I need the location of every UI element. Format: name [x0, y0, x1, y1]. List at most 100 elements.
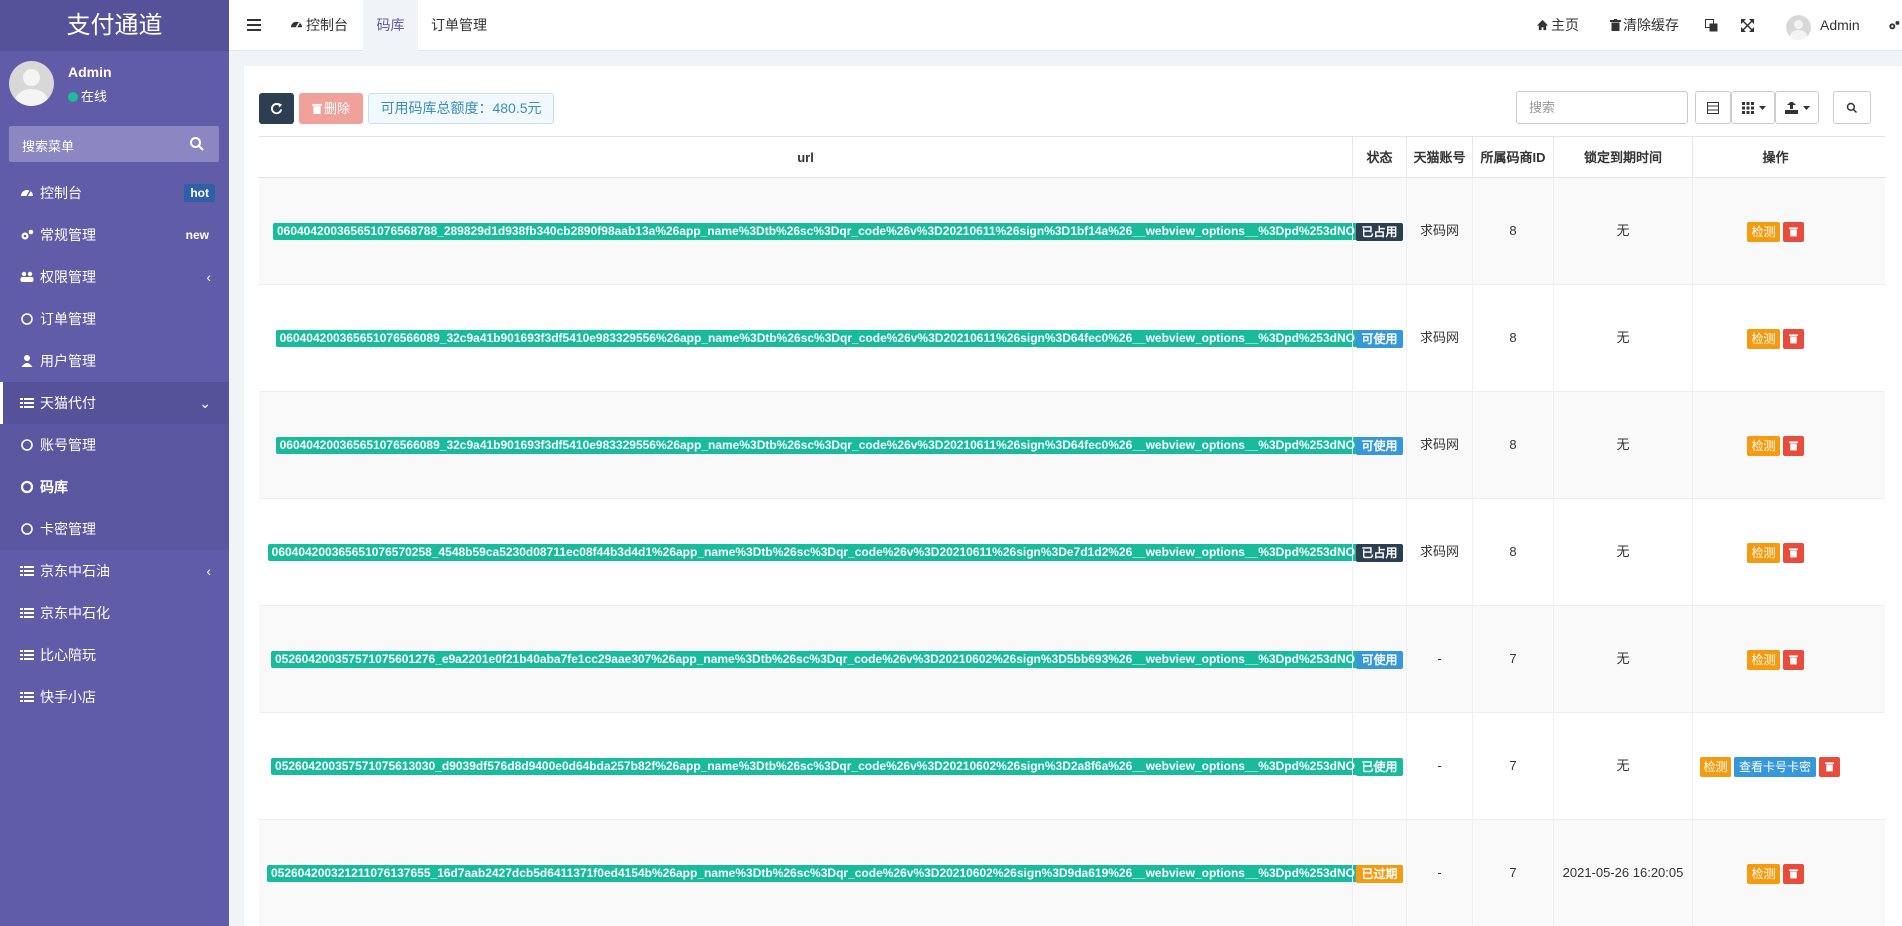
sidebar-item-label: 常规管理	[40, 227, 96, 243]
header-status[interactable]: 状态	[1352, 137, 1406, 178]
top-navbar: 控制台 码库 订单管理 主页 清除缓存 Admin	[229, 0, 1902, 51]
columns-button[interactable]	[1731, 91, 1775, 124]
header-merchant-id[interactable]: 所属码商ID	[1472, 137, 1553, 178]
check-button[interactable]: 检测	[1747, 543, 1780, 563]
sidebar-item-accounts[interactable]: 账号管理	[0, 424, 229, 466]
sidebar-item-bixin[interactable]: 比心陪玩	[0, 634, 229, 676]
url-label[interactable]: 052604200357571075613030_d9039df576d8d94…	[271, 758, 1359, 775]
trash-icon	[1825, 762, 1834, 772]
tab-dashboard[interactable]: 控制台	[290, 0, 348, 51]
clear-cache-button[interactable]: 清除缓存	[1610, 0, 1679, 51]
url-cell: 052604200357571075601276_e9a2201e0f21b40…	[259, 651, 1359, 668]
sidebar-item-users[interactable]: 用户管理	[0, 340, 229, 382]
toggle-view-button[interactable]	[1695, 91, 1731, 124]
refresh-icon	[271, 102, 283, 115]
header-url[interactable]: url	[259, 137, 1352, 178]
fullscreen-icon[interactable]	[1741, 19, 1754, 32]
sidebar-search-placeholder: 搜索菜单	[22, 139, 75, 154]
sidebar-item-label: 卡密管理	[40, 521, 96, 537]
table-row[interactable]: 060404200365651076570258_4548b59ca5230d0…	[259, 499, 1885, 606]
sidebar-item-general[interactable]: 常规管理 new	[0, 214, 229, 256]
table-row[interactable]: 060404200365651076566089_32c9a41b901693f…	[259, 285, 1885, 392]
sidebar-item-codebase[interactable]: 码库	[0, 466, 229, 508]
row-delete-button[interactable]	[1783, 650, 1804, 670]
account-cell: -	[1406, 820, 1472, 926]
status-badge: 可使用	[1356, 650, 1403, 669]
row-delete-button[interactable]	[1783, 864, 1804, 884]
translate-icon[interactable]	[1705, 19, 1718, 32]
url-label[interactable]: 060404200365651076566089_32c9a41b901693f…	[275, 330, 1359, 347]
url-label[interactable]: 052604200321211076137655_16d7aab2427dcb5…	[266, 865, 1359, 882]
refresh-button[interactable]	[259, 93, 294, 124]
table-row[interactable]: 052604200357571075613030_d9039df576d8d94…	[259, 713, 1885, 820]
table-header: url 状态 天猫账号 所属码商ID 锁定到期时间 操作	[259, 136, 1885, 178]
table-row[interactable]: 052604200321211076137655_16d7aab2427dcb5…	[259, 820, 1885, 926]
url-label[interactable]: 060404200365651076568788_289829d1d938fb3…	[272, 223, 1359, 240]
url-label[interactable]: 060404200365651076570258_4548b59ca5230d0…	[267, 544, 1359, 561]
menu-toggle-icon[interactable]	[245, 16, 263, 34]
export-button[interactable]	[1775, 91, 1819, 124]
header-lock-time[interactable]: 锁定到期时间	[1553, 137, 1692, 178]
row-actions: 检测	[1747, 543, 1807, 563]
view-card-button[interactable]: 查看卡号卡密	[1734, 757, 1816, 777]
tab-codebase[interactable]: 码库	[363, 0, 418, 51]
sidebar-item-label: 用户管理	[40, 353, 96, 369]
list-icon	[20, 650, 34, 660]
table-search-input[interactable]: 搜索	[1516, 91, 1688, 124]
delete-button[interactable]: 删除	[299, 93, 363, 124]
header-account[interactable]: 天猫账号	[1406, 137, 1472, 178]
row-delete-button[interactable]	[1783, 222, 1804, 242]
new-badge: new	[185, 228, 209, 242]
url-cell: 052604200321211076137655_16d7aab2427dcb5…	[259, 865, 1359, 882]
sidebar-search-input[interactable]: 搜索菜单	[9, 126, 219, 162]
url-label[interactable]: 060404200365651076566089_32c9a41b901693f…	[275, 437, 1359, 454]
url-cell: 060404200365651076566089_32c9a41b901693f…	[259, 330, 1359, 347]
app-logo[interactable]: 支付通道	[0, 0, 229, 51]
list-icon	[20, 566, 34, 576]
advanced-search-button[interactable]	[1833, 91, 1871, 124]
table-row[interactable]: 060404200365651076568788_289829d1d938fb3…	[259, 178, 1885, 285]
admin-user-menu[interactable]: Admin	[1820, 0, 1860, 51]
sidebar-item-permissions[interactable]: 权限管理 ‹	[0, 256, 229, 298]
avatar[interactable]	[1786, 15, 1811, 40]
status-badge: 已使用	[1356, 757, 1403, 776]
check-button[interactable]: 检测	[1700, 757, 1731, 777]
check-button[interactable]: 检测	[1747, 329, 1780, 349]
search-icon[interactable]	[189, 136, 205, 152]
sidebar-item-dashboard[interactable]: 控制台 hot	[0, 172, 229, 214]
row-actions: 检测	[1747, 436, 1807, 456]
table-row[interactable]: 060404200365651076566089_32c9a41b901693f…	[259, 392, 1885, 499]
tab-orders[interactable]: 订单管理	[431, 0, 487, 51]
url-label[interactable]: 052604200357571075601276_e9a2201e0f21b40…	[270, 651, 1359, 668]
dashboard-icon	[21, 190, 33, 197]
status-badge: 已占用	[1356, 222, 1403, 241]
sidebar-item-jd-petrochina[interactable]: 京东中石油 ‹	[0, 550, 229, 592]
sidebar-item-jd-sinopec[interactable]: 京东中石化	[0, 592, 229, 634]
sidebar: 支付通道 Admin 在线 搜索菜单 控制台 hot 常规管理 new 权限管理…	[0, 0, 229, 926]
caret-down-icon	[1759, 106, 1766, 110]
row-actions: 检测 查看卡号卡密	[1700, 757, 1852, 777]
status-badge: 可使用	[1356, 436, 1403, 455]
check-button[interactable]: 检测	[1747, 864, 1780, 884]
check-button[interactable]: 检测	[1747, 436, 1780, 456]
cogs-icon[interactable]	[1888, 19, 1900, 32]
sidebar-item-cards[interactable]: 卡密管理	[0, 508, 229, 550]
sidebar-item-kuaishou[interactable]: 快手小店	[0, 676, 229, 718]
check-button[interactable]: 检测	[1747, 650, 1780, 670]
user-status: 在线	[68, 86, 107, 105]
lock-time-cell: 无	[1553, 285, 1692, 391]
status-cell: 已使用	[1352, 713, 1406, 819]
row-delete-button[interactable]	[1819, 757, 1840, 777]
user-status-text: 在线	[81, 89, 108, 104]
home-link[interactable]: 主页	[1536, 0, 1579, 51]
check-button[interactable]: 检测	[1747, 222, 1780, 242]
row-delete-button[interactable]	[1783, 329, 1804, 349]
row-delete-button[interactable]	[1783, 543, 1804, 563]
table-row[interactable]: 052604200357571075601276_e9a2201e0f21b40…	[259, 606, 1885, 713]
row-delete-button[interactable]	[1783, 436, 1804, 456]
lock-time-cell: 2021-05-26 16:20:05	[1553, 820, 1692, 926]
sidebar-item-tmall[interactable]: 天猫代付 ⌄	[0, 382, 229, 424]
user-name: Admin	[68, 64, 112, 80]
sidebar-item-orders[interactable]: 订单管理	[0, 298, 229, 340]
trash-icon	[1789, 869, 1798, 879]
